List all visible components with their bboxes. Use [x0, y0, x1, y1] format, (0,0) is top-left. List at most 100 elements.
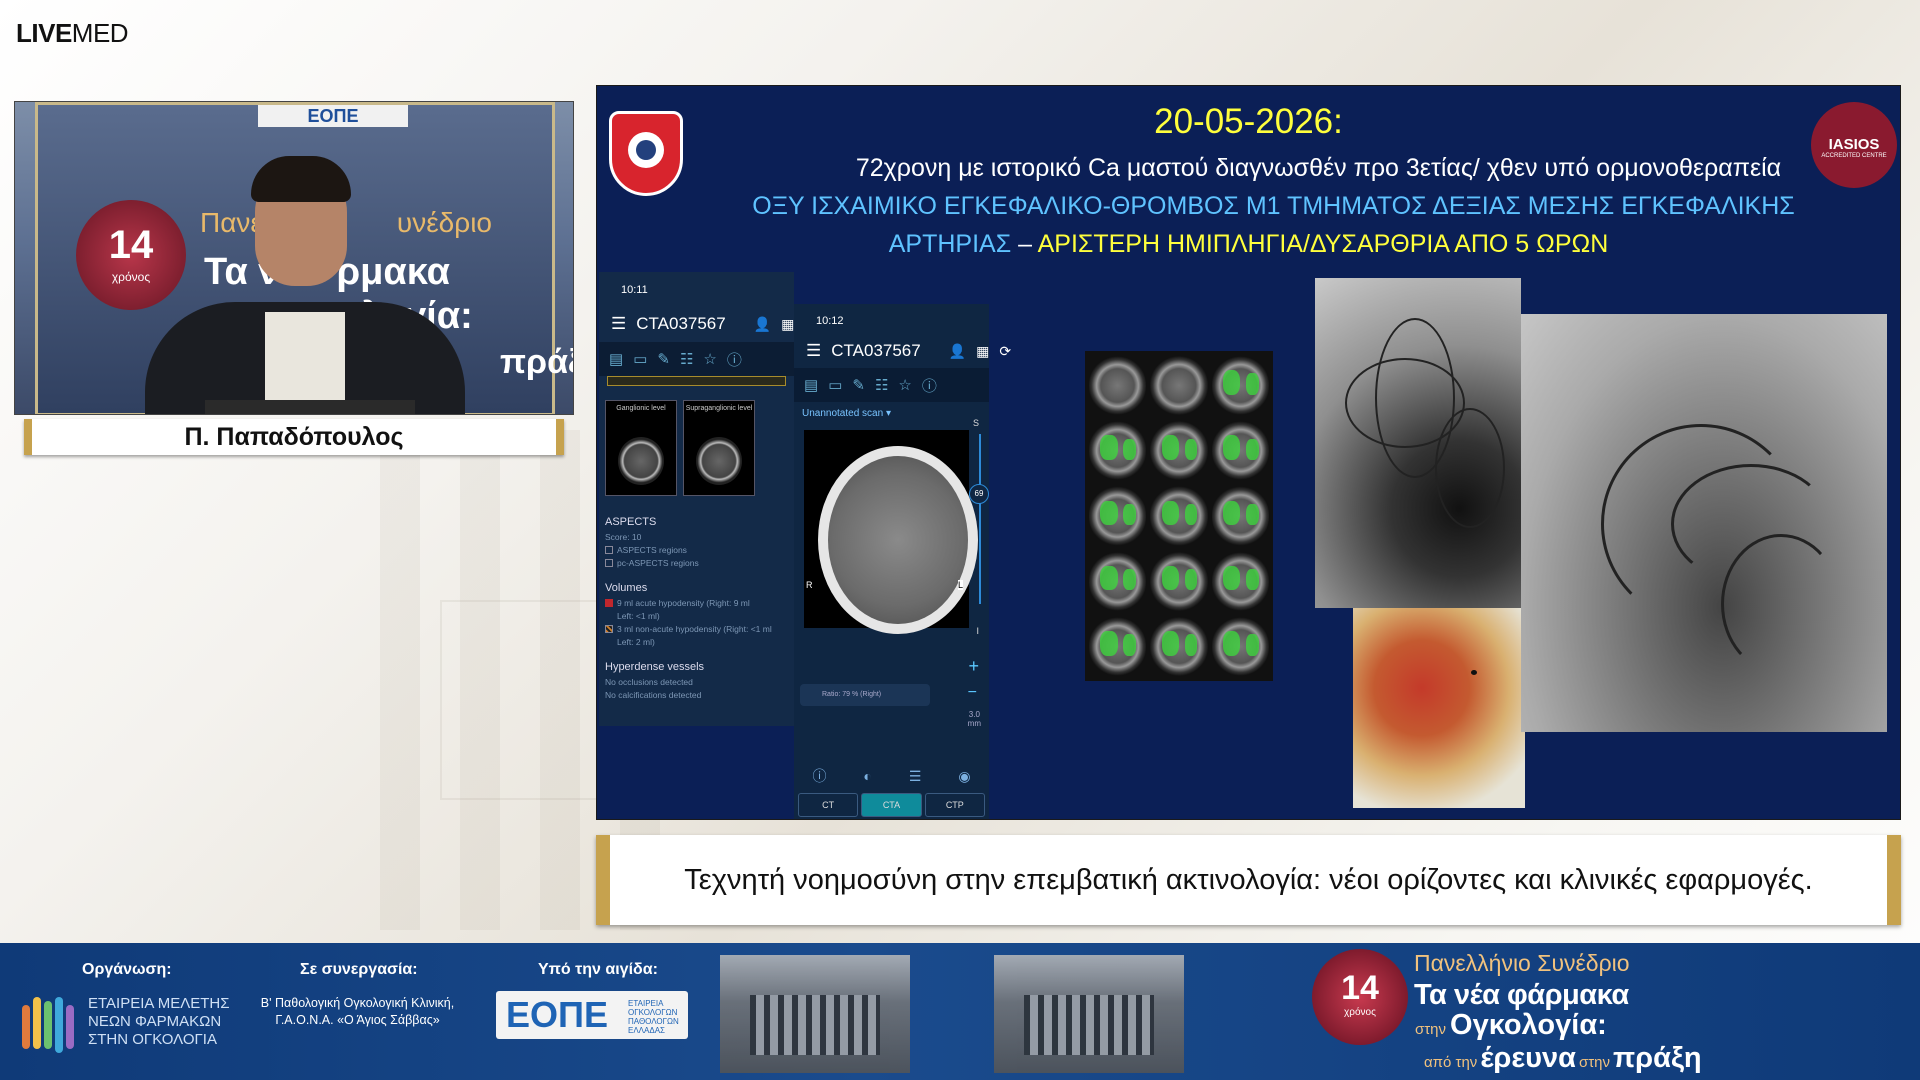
angiography-image-2 [1521, 314, 1887, 732]
brain-slice [1211, 420, 1269, 482]
conference-line2: Τα νέα φάρμακα [1414, 979, 1629, 1011]
no-calcifications: No calcifications detected [605, 690, 702, 700]
volumes-title: Volumes [605, 582, 648, 594]
anniversary-seal: 14 χρόνος [1312, 949, 1408, 1045]
slice-slider [979, 434, 981, 604]
slider-bottom-label: I [976, 626, 979, 636]
brain-slice [1211, 355, 1269, 417]
chevron-down-icon: ▾ [885, 408, 891, 419]
viewer-icon: ▤ [609, 351, 624, 368]
angiography-image-1 [1315, 278, 1521, 608]
viewer-tools: ⓘ ◐ ☰ ◉ [794, 761, 989, 791]
user-icon: 👤 [753, 315, 772, 332]
menu-icon: ☰ [611, 314, 627, 333]
speaker-figure [135, 142, 465, 414]
scan-dropdown: Unannotated scan ▾ [802, 408, 891, 419]
speaker-video: ΕΟΠΕ 14χρόνος Πανελυνέδριο Τα νέρμακα ολ… [14, 101, 574, 415]
zoom-in-icon: + [968, 656, 979, 676]
eope-logo: ΕΟΠΕ ΕΤΑΙΡΕΙΑ ΟΓΚΟΛΟΓΩΝ ΠΑΘΟΛΟΓΩΝ ΕΛΛΑΔΑΣ [496, 991, 688, 1039]
speaker-hair [251, 156, 351, 202]
contrast-icon: ◐ [863, 768, 872, 784]
thumb-supraganglionic: Supraganglionic level [683, 400, 755, 496]
brain [828, 456, 968, 624]
aspects-score: Score: 10 [605, 532, 642, 542]
nonacute-color-icon [605, 625, 613, 633]
brain-slice [1150, 420, 1208, 482]
warning-banner [607, 376, 786, 386]
settings-icon: ☰ [908, 767, 922, 784]
organizer-bars-icon [22, 997, 74, 1053]
info-icon: ⓘ [812, 768, 827, 784]
app-screenshot-cta: 10:12 ☰ CTA037567 👤 ▦ ⟳ ▤ ▭ ✎ ☷ ☆ ⓘ Unannotat… [794, 304, 1011, 819]
brain-slice [1089, 615, 1147, 677]
status-bar-time: 10:12 [816, 315, 844, 327]
conference-line1: Πανελλήνιο Συνέδριο [1414, 950, 1630, 976]
slide-diagnosis-line1: ΟΞΥ ΙΣΧΑΙΜΙΚΟ ΕΓΚΕΦΑΛΙΚΟ-ΘΡΟΜΒΟΣ Μ1 ΤΜΗΜ… [752, 192, 1795, 220]
brain-slice-grid [1085, 351, 1273, 681]
vessel [1721, 534, 1841, 674]
help-icon: ⓘ [726, 351, 742, 369]
speaker-name: Π. Παπαδόπουλος [24, 419, 564, 455]
checkbox-icon [605, 546, 613, 554]
no-occlusions: No occlusions detected [605, 677, 693, 687]
conference-line4: από την έρευνα στην πράξη [1424, 1042, 1702, 1074]
slice-thickness: 3.0 mm [967, 710, 981, 728]
app-toolbar: ▤ ▭ ✎ ☷ ☆ ⓘ [599, 342, 794, 376]
brain-slice [1211, 615, 1269, 677]
brain-slice [1150, 615, 1208, 677]
backdrop-eope-logo: ΕΟΠΕ [258, 105, 408, 127]
slide-case-history: 72χρονη με ιστορικό Ca μαστού διαγνωσθέν… [855, 154, 1782, 182]
modality-tabs: CT CTA CTP [798, 793, 985, 817]
collaboration-label: Σε συνεργασία: [300, 961, 418, 978]
footer-bar: Οργάνωση: ΕΤΑΙΡΕΙΑ ΜΕΛΕΤΗΣ ΝΕΩΝ ΦΑΡΜΑΚΩΝ Σ… [0, 943, 1920, 1080]
acute-color-icon [605, 599, 613, 607]
tab-ctp: CTP [924, 793, 985, 817]
aspects-regions-option: ASPECTS regions [605, 545, 794, 555]
presentation-slide: IASIOS ACCREDITED CENTRE 20-05-2026: 72χρ… [596, 85, 1901, 820]
volume-acute-left: Left: <1 ml) [617, 611, 660, 621]
aspects-title: ASPECTS [605, 516, 657, 528]
aegis-label: Υπό την αιγίδα: [538, 961, 658, 978]
organizer-label: Οργάνωση: [82, 961, 172, 978]
vessel [1435, 408, 1505, 528]
eye-icon: ◉ [958, 767, 971, 784]
edit-icon: ✎ [852, 377, 865, 394]
slice-slider-knob: 69 [969, 484, 989, 504]
organizer-logo: ΕΤΑΙΡΕΙΑ ΜΕΛΕΤΗΣ ΝΕΩΝ ΦΑΡΜΑΚΩΝ ΣΤΗΝ ΟΓΚΟΛΟ… [22, 993, 232, 1053]
background-building-window [440, 600, 610, 800]
scan-id: CTA037567 [831, 341, 921, 360]
brain-slice [1211, 550, 1269, 612]
app-toolbar: ▤ ▭ ✎ ☷ ☆ ⓘ [794, 368, 989, 402]
list-icon: ☷ [679, 351, 694, 368]
brain-slice [1089, 550, 1147, 612]
pc-aspects-option: pc-ASPECTS regions [605, 558, 794, 568]
footer-building-photo-2 [994, 955, 1184, 1073]
footer-building-photo-1 [720, 955, 910, 1073]
checkbox-icon [605, 559, 613, 567]
scan-id: CTA037567 [636, 314, 726, 333]
star-icon: ☆ [703, 351, 717, 368]
refresh-icon: ⟳ [999, 342, 1012, 359]
tab-cta: CTA [861, 793, 922, 817]
side-right: R [806, 580, 813, 590]
side-left: L [957, 580, 963, 590]
status-bar-time: 10:11 [621, 284, 648, 296]
brain-slice [1089, 355, 1147, 417]
brain-slice [1150, 485, 1208, 547]
app-title-bar: ☰ CTA037567 👤 ▦ ⟳ [599, 306, 816, 342]
app-screenshot-aspects: 10:11 ☰ CTA037567 👤 ▦ ⟳ ▤ ▭ ✎ ☷ ☆ ⓘ Ganglioni… [599, 272, 816, 726]
organizer-name: ΕΤΑΙΡΕΙΑ ΜΕΛΕΤΗΣ ΝΕΩΝ ΦΑΡΜΑΚΩΝ ΣΤΗΝ ΟΓΚΟΛΟ… [88, 995, 230, 1048]
volume-acute: 9 ml acute hypodensity (Right: 9 ml [605, 598, 794, 608]
volume-nonacute: 3 ml non-acute hypodensity (Right: <1 ml [605, 624, 794, 634]
slide-date: 20-05-2026: [1154, 102, 1343, 141]
collaboration-text: Β' Παθολογική Ογκολογική Κλινική, Γ.Α.Ο.Ν… [260, 996, 455, 1027]
conference-line3: στην Ογκολογία: [1415, 1009, 1607, 1041]
star-icon: ☆ [898, 377, 912, 394]
hyperdense-title: Hyperdense vessels [605, 661, 705, 673]
slider-top-label: S [972, 418, 979, 428]
clot-photo [1353, 608, 1525, 808]
report-icon: ▦ [976, 342, 990, 359]
brain-slice [1089, 420, 1147, 482]
zoom-out-icon: − [967, 684, 977, 701]
level-thumbnails: Ganglionic level Supraganglionic level [599, 386, 794, 496]
